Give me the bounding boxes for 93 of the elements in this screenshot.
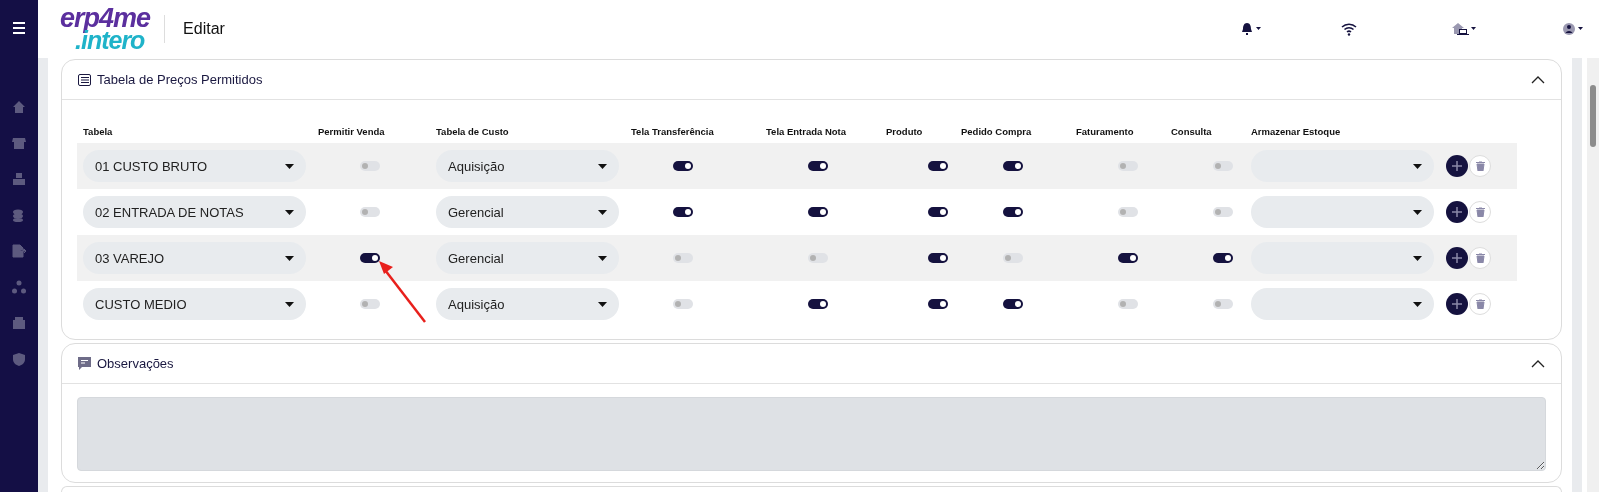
table-icon (78, 73, 91, 86)
caret-icon (1413, 163, 1422, 169)
column-header: Faturamento (1075, 125, 1135, 139)
toggle-switch[interactable] (1003, 207, 1023, 217)
card-title: Observações (97, 356, 174, 371)
column-header: Produto (885, 125, 924, 139)
sidebar-icon[interactable] (12, 316, 26, 330)
sidebar-icon[interactable] (12, 280, 26, 294)
toggle-switch[interactable] (1213, 299, 1233, 309)
toggle-switch[interactable] (1118, 253, 1138, 263)
avatar-icon[interactable] (1563, 22, 1585, 36)
sidebar-icon[interactable] (12, 352, 26, 366)
home-laptop-icon[interactable] (1451, 22, 1477, 36)
cost-table-select[interactable]: Gerencial (436, 196, 619, 228)
caret-icon (285, 163, 294, 169)
trash-icon (1475, 207, 1485, 217)
toggle-switch[interactable] (360, 207, 380, 217)
column-header: Permitir Venda (317, 125, 386, 139)
comment-icon (78, 357, 91, 370)
column-header: Tela Entrada Nota (765, 125, 848, 139)
caret-icon (1413, 301, 1422, 307)
toggle-switch[interactable] (673, 207, 693, 217)
toggle-switch[interactable] (928, 161, 948, 171)
caret-icon (285, 301, 294, 307)
toggle-switch[interactable] (1003, 299, 1023, 309)
add-button[interactable] (1446, 293, 1468, 315)
chevron-icon[interactable] (1531, 359, 1545, 368)
caret-icon (1413, 255, 1422, 261)
trash-icon (1475, 253, 1485, 263)
caret-icon (285, 255, 294, 261)
column-header: Consulta (1170, 125, 1213, 139)
add-button[interactable] (1446, 247, 1468, 269)
toggle-switch[interactable] (928, 253, 948, 263)
toggle-switch[interactable] (808, 207, 828, 217)
sidebar-icon[interactable] (12, 244, 26, 258)
toggle-switch[interactable] (1003, 161, 1023, 171)
column-header: Tabela de Custo (435, 125, 510, 139)
plus-icon (1452, 253, 1462, 263)
toggle-switch[interactable] (673, 299, 693, 309)
caret-icon (1413, 209, 1422, 215)
toggle-switch[interactable] (1118, 161, 1138, 171)
caret-icon (598, 255, 607, 261)
table-select[interactable]: 02 ENTRADA DE NOTAS (83, 196, 306, 228)
plus-icon (1452, 207, 1462, 217)
caret-icon (598, 209, 607, 215)
menu-icon[interactable] (12, 20, 26, 36)
toggle-switch[interactable] (1118, 207, 1138, 217)
toggle-switch[interactable] (1003, 253, 1023, 263)
chevron-icon[interactable] (1531, 75, 1545, 84)
page-title: Editar (183, 20, 225, 38)
toggle-switch[interactable] (673, 253, 693, 263)
toggle-switch[interactable] (360, 253, 380, 263)
toggle-switch[interactable] (1213, 161, 1233, 171)
toggle-switch[interactable] (808, 253, 828, 263)
bell-icon[interactable] (1241, 22, 1263, 36)
toggle-switch[interactable] (808, 299, 828, 309)
sidebar-icon[interactable] (12, 136, 26, 150)
caret-icon (598, 301, 607, 307)
column-header: Armazenar Estoque (1250, 125, 1342, 139)
toggle-switch[interactable] (360, 161, 380, 171)
trash-icon (1475, 299, 1485, 309)
sidebar-icon[interactable] (12, 208, 26, 222)
add-button[interactable] (1446, 201, 1468, 223)
column-header: Pedido Compra (960, 125, 1033, 139)
cost-table-select[interactable]: Aquisição (436, 288, 619, 320)
toggle-switch[interactable] (673, 161, 693, 171)
logo: erp4me .intero (60, 7, 151, 51)
scrollbar[interactable] (1587, 58, 1599, 492)
wifi-icon (1341, 22, 1357, 36)
card-title: Tabela de Preços Permitidos (97, 72, 263, 87)
toggle-switch[interactable] (1118, 299, 1138, 309)
add-button[interactable] (1446, 155, 1468, 177)
cost-table-select[interactable]: Aquisição (436, 150, 619, 182)
caret-icon (598, 163, 607, 169)
table-select[interactable]: 03 VAREJO (83, 242, 306, 274)
plus-icon (1452, 161, 1462, 171)
table-select[interactable]: CUSTO MEDIO (83, 288, 306, 320)
toggle-switch[interactable] (808, 161, 828, 171)
notes-field[interactable] (77, 397, 1546, 471)
toggle-switch[interactable] (1213, 207, 1233, 217)
toggle-switch[interactable] (928, 207, 948, 217)
plus-icon (1452, 299, 1462, 309)
caret-icon (285, 209, 294, 215)
trash-icon (1475, 161, 1485, 171)
toggle-switch[interactable] (1213, 253, 1233, 263)
toggle-switch[interactable] (928, 299, 948, 309)
toggle-switch[interactable] (360, 299, 380, 309)
column-header: Tela Transferência (630, 125, 715, 139)
table-select[interactable]: 01 CUSTO BRUTO (83, 150, 306, 182)
column-header: Tabela (82, 125, 114, 139)
cost-table-select[interactable]: Gerencial (436, 242, 619, 274)
sidebar-icon[interactable] (12, 172, 26, 186)
sidebar-icon[interactable] (12, 100, 26, 114)
